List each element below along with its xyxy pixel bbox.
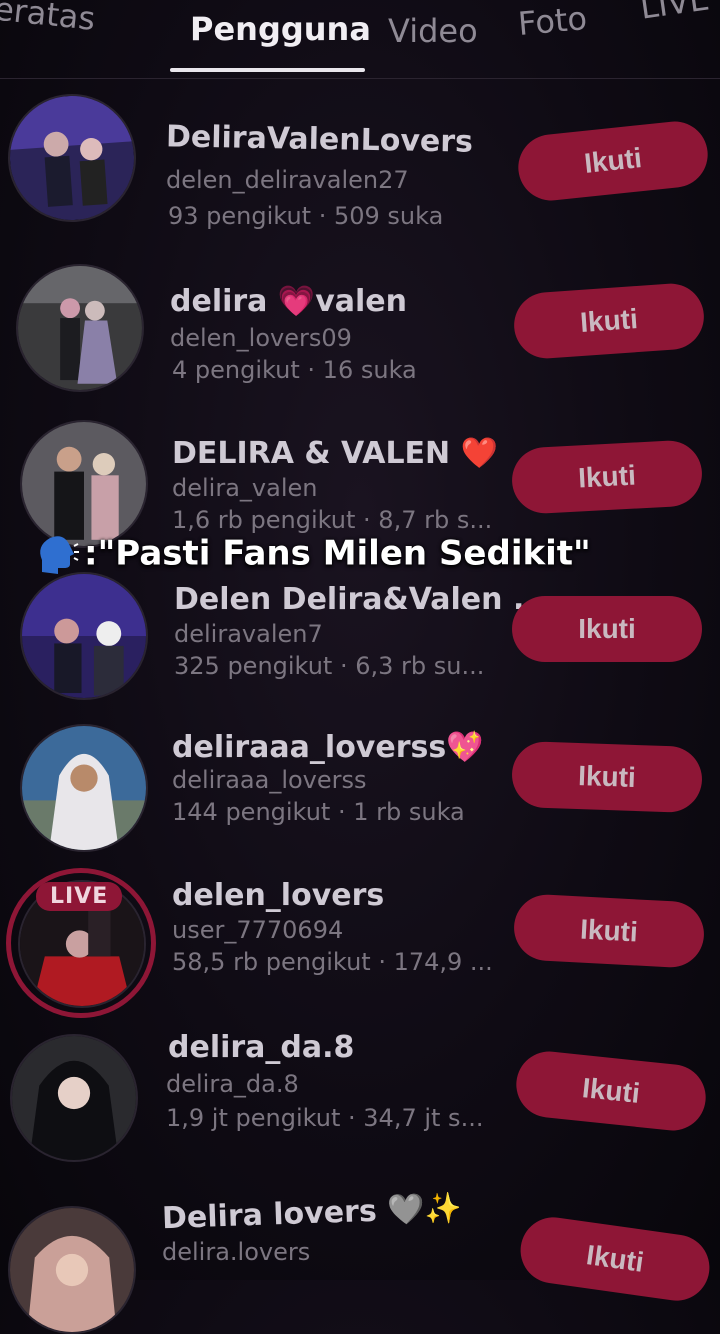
list-item[interactable]: delira 💗valen delen_lovers09 4 pengikut … [0, 258, 720, 408]
search-tabs: Teratas Pengguna Video Foto LIVE [0, 0, 720, 80]
user-stats: 4 pengikut · 16 suka [172, 356, 417, 384]
follow-button[interactable]: Ikuti [516, 1213, 714, 1305]
follow-button[interactable]: Ikuti [512, 893, 706, 969]
follow-button[interactable]: Ikuti [515, 118, 711, 204]
user-name: delira 💗valen [170, 284, 408, 319]
user-stats: 93 pengikut · 509 suka [168, 202, 444, 230]
list-item[interactable]: LIVE delen_lovers user_7770694 58,5 rb p… [0, 866, 720, 1018]
avatar[interactable] [20, 420, 148, 548]
user-name: DeliraValenLovers [165, 119, 474, 160]
tab-live[interactable]: LIVE [638, 0, 712, 27]
tabs-divider [0, 78, 720, 79]
tab-top[interactable]: Teratas [0, 0, 97, 38]
user-handle: deliravalen7 [174, 620, 323, 648]
user-handle: delen_lovers09 [170, 324, 352, 352]
user-handle: user_7770694 [172, 916, 344, 944]
follow-button[interactable]: Ikuti [510, 740, 704, 814]
user-handle: deliraaa_loverss [172, 766, 367, 794]
list-item[interactable]: delira_da.8 delira_da.8 1,9 jt pengikut … [0, 1030, 720, 1180]
list-item[interactable]: deliraaa_loverss💖 deliraaa_loverss 144 p… [0, 720, 720, 870]
avatar[interactable] [20, 572, 148, 700]
user-stats: 58,5 rb pengikut · 174,9 ... [172, 948, 493, 976]
avatar[interactable] [16, 264, 144, 392]
user-name: Delira lovers 🩶✨ [161, 1190, 463, 1237]
avatar[interactable] [3, 89, 141, 227]
follow-button[interactable]: Ikuti [510, 439, 704, 515]
tab-video[interactable]: Video [388, 12, 478, 50]
user-stats: 144 pengikut · 1 rb suka [172, 798, 465, 826]
overlay-caption: :"Pasti Fans Milen Sedikit" [34, 532, 591, 578]
tab-photo[interactable]: Foto [516, 0, 588, 43]
user-handle: delen_deliravalen27 [166, 166, 409, 194]
caption-text: :"Pasti Fans Milen Sedikit" [84, 533, 591, 574]
speaking-head-icon [40, 536, 79, 574]
user-name: delira_da.8 [168, 1030, 355, 1065]
avatar[interactable] [10, 1034, 138, 1162]
avatar[interactable] [20, 724, 148, 852]
active-tab-indicator [170, 68, 365, 72]
avatar[interactable] [8, 1206, 136, 1334]
user-handle: delira_da.8 [166, 1070, 299, 1098]
follow-button[interactable]: Ikuti [512, 596, 702, 662]
follow-button[interactable]: Ikuti [511, 281, 707, 361]
tab-users[interactable]: Pengguna [190, 10, 371, 48]
live-badge: LIVE [36, 882, 123, 911]
user-handle: delira_valen [172, 474, 318, 502]
user-name: delen_lovers [172, 878, 385, 913]
list-item[interactable]: DeliraValenLovers delen_deliravalen27 93… [0, 89, 720, 242]
user-stats: 1,9 jt pengikut · 34,7 jt s... [166, 1104, 484, 1132]
user-stats: 1,6 rb pengikut · 8,7 rb s... [172, 506, 493, 534]
list-item[interactable]: Delira lovers 🩶✨ delira.lovers Ikuti [0, 1190, 720, 1334]
user-stats: 325 pengikut · 6,3 rb su... [174, 652, 485, 680]
user-name: deliraaa_loverss💖 [172, 730, 484, 765]
user-name: Delen Delira&Valen ... [174, 582, 548, 617]
follow-button[interactable]: Ikuti [513, 1048, 709, 1134]
list-item[interactable]: Delen Delira&Valen ... deliravalen7 325 … [0, 572, 720, 722]
user-handle: delira.lovers [162, 1238, 311, 1266]
user-name: DELIRA & VALEN ❤️ [172, 436, 498, 471]
